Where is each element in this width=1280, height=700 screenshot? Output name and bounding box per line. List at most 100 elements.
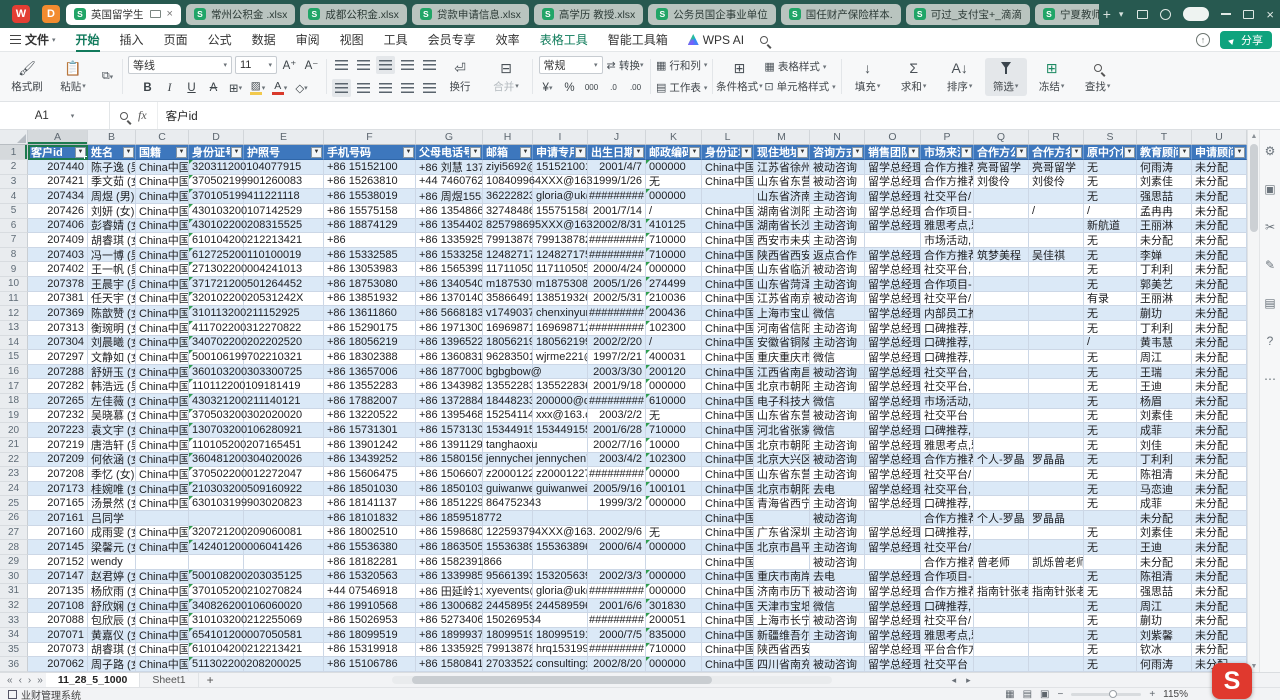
cell[interactable]: +86 1506607386 bbox=[416, 467, 483, 482]
cell[interactable]: 济南市历下 bbox=[754, 584, 810, 599]
cell[interactable]: 唐浩轩 (男 bbox=[88, 438, 136, 453]
cell[interactable]: 冯一博 (男 bbox=[88, 248, 136, 263]
cell[interactable]: +86 52734062 bbox=[416, 613, 483, 628]
cell[interactable]: 799138782 bbox=[533, 233, 588, 248]
cell[interactable] bbox=[974, 292, 1029, 307]
cell[interactable]: 留学总经理 bbox=[865, 453, 921, 468]
cell[interactable]: China中国 bbox=[702, 219, 754, 234]
filter-dropdown-button[interactable]: ▼ bbox=[231, 147, 242, 158]
cell[interactable]: tanghaoxu bbox=[483, 438, 533, 453]
cell[interactable]: +86 15536380 bbox=[324, 540, 416, 555]
cell[interactable]: China中国 bbox=[702, 365, 754, 380]
cell[interactable]: 2003/3/30 bbox=[588, 365, 646, 380]
cell[interactable]: 筑梦美程 bbox=[974, 248, 1029, 263]
cell[interactable]: 留学总经理 bbox=[865, 467, 921, 482]
cell[interactable]: 150269534 bbox=[483, 613, 533, 628]
sum-button[interactable]: Σ 求和▾ bbox=[893, 58, 935, 96]
row-number[interactable]: 1 bbox=[0, 145, 28, 160]
percent-button[interactable]: % bbox=[560, 79, 579, 97]
row-number[interactable]: 25 bbox=[0, 496, 28, 511]
cell[interactable]: 北京市昌平 bbox=[754, 540, 810, 555]
column-header-C[interactable]: C bbox=[136, 130, 189, 145]
cell[interactable] bbox=[646, 555, 702, 570]
cell[interactable]: China中国 bbox=[702, 438, 754, 453]
cell[interactable]: 无 bbox=[1084, 189, 1137, 204]
header-cell-H[interactable]: 邮箱▼ bbox=[483, 145, 533, 160]
cell[interactable]: 合作方推荐 bbox=[921, 248, 974, 263]
cell[interactable]: China中国 bbox=[136, 248, 189, 263]
cell[interactable]: 未分配 bbox=[1192, 540, 1247, 555]
cell[interactable]: 留学总经理 bbox=[865, 306, 921, 321]
cell[interactable]: China中国 bbox=[136, 657, 189, 672]
cell[interactable]: 207161 bbox=[28, 511, 88, 526]
cell[interactable]: China中国 bbox=[702, 306, 754, 321]
cell[interactable]: 刘妍 (女) bbox=[88, 204, 136, 219]
cell[interactable] bbox=[974, 379, 1029, 394]
cell[interactable]: China中国 bbox=[702, 555, 754, 570]
cell[interactable]: 122593794XXX@163. bbox=[483, 526, 533, 541]
cell[interactable]: 天津市宝坻 bbox=[754, 599, 810, 614]
panel-icon[interactable]: ▣ bbox=[1264, 182, 1275, 196]
header-cell-F[interactable]: 手机号码▼ bbox=[324, 145, 416, 160]
merge-cells-button[interactable]: ⊟ 合并▾ bbox=[485, 58, 527, 96]
row-number[interactable]: 17 bbox=[0, 379, 28, 394]
cell[interactable]: 包欣辰 (女 bbox=[88, 613, 136, 628]
cell[interactable]: 360103200303300725 bbox=[189, 365, 244, 380]
cell[interactable] bbox=[533, 438, 588, 453]
cell[interactable]: 244589596 bbox=[483, 599, 533, 614]
column-header-R[interactable]: R bbox=[1029, 130, 1084, 145]
cell[interactable] bbox=[533, 613, 588, 628]
filter-dropdown-button[interactable]: ▼ bbox=[908, 147, 919, 158]
cell[interactable]: +86 刘慧 137052 bbox=[416, 160, 483, 175]
cell[interactable]: 2002/8/31 bbox=[588, 219, 646, 234]
cell[interactable]: 135522836 bbox=[483, 379, 533, 394]
cell[interactable]: +86 13657006 bbox=[324, 365, 416, 380]
cell[interactable]: 钦冰 bbox=[1137, 643, 1192, 658]
cell[interactable]: 口碑推荐, bbox=[921, 496, 974, 511]
filter-dropdown-button[interactable]: ▼ bbox=[403, 147, 414, 158]
row-number[interactable]: 33 bbox=[0, 613, 28, 628]
cell[interactable]: 个人-罗晶 bbox=[974, 511, 1029, 526]
cell[interactable]: gloria@uk( bbox=[533, 189, 588, 204]
sort-button[interactable]: A↓ 排序▾ bbox=[939, 58, 981, 96]
file-tab[interactable]: S英国留学生× bbox=[66, 4, 181, 25]
column-header-A[interactable]: A bbox=[28, 130, 88, 145]
zoom-in-icon[interactable]: + bbox=[1149, 689, 1155, 700]
cell[interactable]: China中国 bbox=[136, 350, 189, 365]
cell[interactable]: 留学总经理 bbox=[865, 350, 921, 365]
cell[interactable]: 无 bbox=[1084, 248, 1137, 263]
cell[interactable]: +86 1899937166 bbox=[416, 628, 483, 643]
cell[interactable]: China中国 bbox=[702, 613, 754, 628]
cell[interactable]: 成菲 bbox=[1137, 496, 1192, 511]
cell[interactable]: 无 bbox=[1084, 321, 1137, 336]
cell[interactable]: 丁利利 bbox=[1137, 321, 1192, 336]
cell[interactable]: 黄韦慧 bbox=[1137, 336, 1192, 351]
cell[interactable]: 韩浩远 (男 bbox=[88, 379, 136, 394]
cell[interactable]: 270335220 bbox=[483, 657, 533, 672]
filter-dropdown-button[interactable]: ▼ bbox=[852, 147, 863, 158]
comma-style-button[interactable]: 000 bbox=[582, 79, 601, 97]
font-color-button[interactable]: A▾ bbox=[270, 79, 289, 97]
cell[interactable]: China中国 bbox=[702, 248, 754, 263]
zoom-slider[interactable] bbox=[1071, 693, 1141, 696]
cell[interactable]: wendy bbox=[88, 555, 136, 570]
cell[interactable]: 陈祖清 bbox=[1137, 467, 1192, 482]
column-header-I[interactable]: I bbox=[533, 130, 588, 145]
last-sheet-icon[interactable]: » bbox=[34, 675, 46, 686]
header-cell-I[interactable]: 申请专用▼ bbox=[533, 145, 588, 160]
cell[interactable]: 200051 bbox=[646, 613, 702, 628]
prev-sheet-icon[interactable]: ‹ bbox=[16, 675, 25, 686]
cell[interactable]: 雅思考点,雅 bbox=[921, 438, 974, 453]
cell[interactable]: 被动咨询 bbox=[810, 613, 865, 628]
cell[interactable]: 无 bbox=[1084, 175, 1137, 190]
cell[interactable]: China中国 bbox=[136, 219, 189, 234]
row-number[interactable]: 10 bbox=[0, 277, 28, 292]
cell[interactable]: 207160 bbox=[28, 526, 88, 541]
cell[interactable]: 未分配 bbox=[1192, 511, 1247, 526]
cell[interactable]: 100101 bbox=[646, 482, 702, 497]
cell[interactable]: 左佳薇 (女 bbox=[88, 394, 136, 409]
cell[interactable]: 主动咨询 bbox=[810, 628, 865, 643]
header-cell-S[interactable]: 原中介机▼ bbox=[1084, 145, 1137, 160]
cell[interactable] bbox=[974, 643, 1029, 658]
header-cell-P[interactable]: 市场来源▼ bbox=[921, 145, 974, 160]
